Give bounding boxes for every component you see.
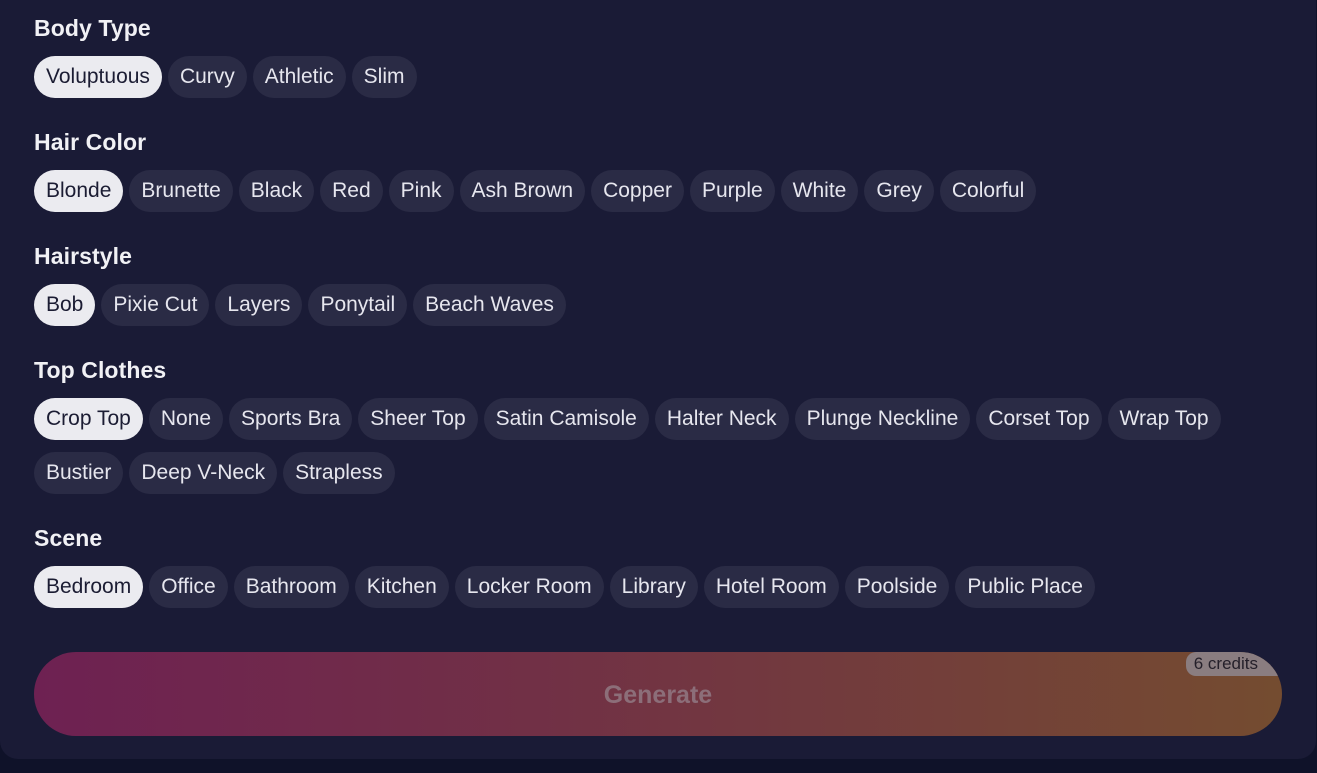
- option-chip-strapless[interactable]: Strapless: [283, 452, 395, 494]
- option-chip-curvy[interactable]: Curvy: [167, 56, 247, 98]
- option-chip-satin-camisole[interactable]: Satin Camisole: [483, 398, 649, 440]
- option-chip-blonde[interactable]: Blonde: [34, 170, 124, 212]
- option-chip-white[interactable]: White: [780, 170, 859, 212]
- option-chip-bustier[interactable]: Bustier: [34, 452, 124, 494]
- option-chip-grey[interactable]: Grey: [864, 170, 934, 212]
- option-chips: Bob Pixie Cut Layers Ponytail Beach Waves: [34, 284, 1224, 326]
- option-chip-red[interactable]: Red: [320, 170, 383, 212]
- option-chip-public-place[interactable]: Public Place: [955, 566, 1095, 608]
- option-chips: Voluptuous Curvy Athletic Slim: [34, 56, 1224, 98]
- option-chip-office[interactable]: Office: [149, 566, 228, 608]
- option-chip-purple[interactable]: Purple: [689, 170, 775, 212]
- option-chip-hotel-room[interactable]: Hotel Room: [703, 566, 839, 608]
- option-chip-plunge-neckline[interactable]: Plunge Neckline: [794, 398, 971, 440]
- option-chip-sheer-top[interactable]: Sheer Top: [358, 398, 478, 440]
- option-chip-pixie-cut[interactable]: Pixie Cut: [101, 284, 210, 326]
- option-chips: Bedroom Office Bathroom Kitchen Locker Room L…: [34, 566, 1224, 608]
- option-chip-bedroom[interactable]: Bedroom: [34, 566, 144, 608]
- option-chip-layers[interactable]: Layers: [215, 284, 303, 326]
- option-chip-ponytail[interactable]: Ponytail: [308, 284, 408, 326]
- option-chip-wrap-top[interactable]: Wrap Top: [1107, 398, 1221, 440]
- section-title: Hairstyle: [34, 243, 133, 269]
- credits-badge: 6 credits: [1185, 652, 1282, 676]
- option-chip-deep-v-neck[interactable]: Deep V-Neck: [129, 452, 278, 494]
- option-chip-black[interactable]: Black: [238, 170, 315, 212]
- options-panel: Body Type Voluptuous Curvy Athletic Slim Ha…: [0, 0, 1316, 759]
- option-chip-athletic[interactable]: Athletic: [252, 56, 346, 98]
- option-chip-slim[interactable]: Slim: [351, 56, 417, 98]
- option-chip-ash-brown[interactable]: Ash Brown: [459, 170, 586, 212]
- section-title: Hair Color: [34, 129, 147, 155]
- option-chip-sports-bra[interactable]: Sports Bra: [229, 398, 353, 440]
- generate-label: Generate: [603, 681, 713, 709]
- option-chip-halter-neck[interactable]: Halter Neck: [654, 398, 789, 440]
- option-chip-crop-top[interactable]: Crop Top: [34, 398, 143, 440]
- option-chip-copper[interactable]: Copper: [591, 170, 684, 212]
- section-title: Top Clothes: [34, 357, 167, 383]
- option-chip-beach-waves[interactable]: Beach Waves: [413, 284, 566, 326]
- option-chip-poolside[interactable]: Poolside: [844, 566, 950, 608]
- option-chip-voluptuous[interactable]: Voluptuous: [34, 56, 162, 98]
- option-chip-locker-room[interactable]: Locker Room: [454, 566, 604, 608]
- option-chip-library[interactable]: Library: [609, 566, 698, 608]
- option-chips: Crop Top None Sports Bra Sheer Top Satin Cam…: [34, 398, 1224, 494]
- option-chip-none[interactable]: None: [148, 398, 224, 440]
- section-title: Scene: [34, 525, 103, 551]
- generate-button[interactable]: Generate 6 credits: [34, 652, 1282, 736]
- option-chip-kitchen[interactable]: Kitchen: [354, 566, 449, 608]
- option-chips: Blonde Brunette Black Red Pink Ash Brown Coppe…: [34, 170, 1224, 212]
- option-chip-bathroom[interactable]: Bathroom: [233, 566, 349, 608]
- option-chip-pink[interactable]: Pink: [388, 170, 454, 212]
- option-chip-bob[interactable]: Bob: [34, 284, 96, 326]
- option-chip-corset-top[interactable]: Corset Top: [976, 398, 1102, 440]
- option-chip-colorful[interactable]: Colorful: [939, 170, 1037, 212]
- option-chip-brunette[interactable]: Brunette: [129, 170, 233, 212]
- section-title: Body Type: [34, 15, 151, 41]
